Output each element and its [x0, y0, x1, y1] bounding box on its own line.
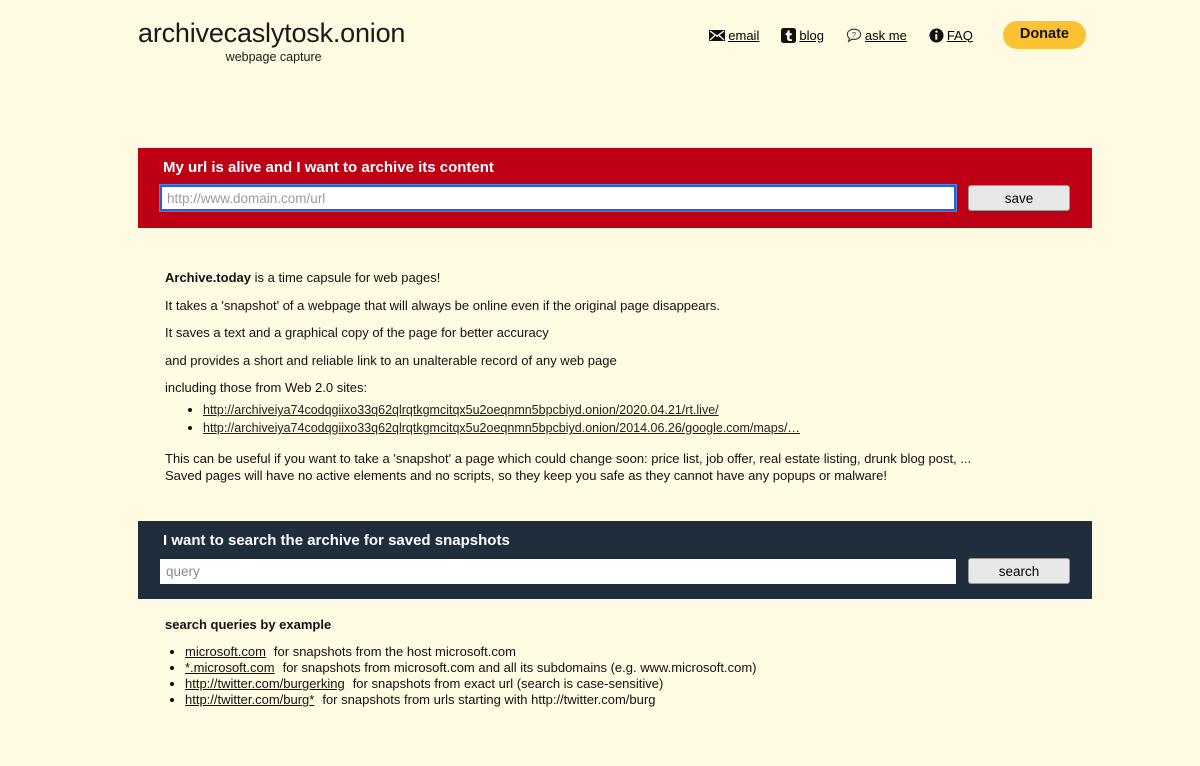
site-subtitle: webpage capture	[225, 50, 322, 64]
closing-line-2: Saved pages will have no active elements…	[165, 468, 887, 483]
donate-button[interactable]: Donate	[1002, 21, 1086, 49]
nav-link-ask-me[interactable]: ? ask me	[846, 28, 907, 43]
envelope-icon	[709, 29, 726, 41]
intro-line-1-rest: is a time capsule for web pages!	[250, 270, 441, 285]
archive-panel-row: save	[138, 177, 1092, 212]
save-button[interactable]: save	[968, 185, 1070, 211]
example-desc-host: for snapshots from the host microsoft.co…	[273, 644, 516, 659]
search-panel-title: I want to search the archive for saved s…	[163, 532, 510, 549]
closing-text: This can be useful if you want to take a…	[165, 450, 1065, 484]
top-navigation: email blog ? ask me FAQ Donate	[709, 21, 1086, 49]
info-circle-icon	[929, 28, 944, 43]
example-query-host[interactable]: microsoft.com	[185, 644, 266, 659]
intro-line-3: It saves a text and a graphical copy of …	[165, 325, 549, 340]
nav-link-email[interactable]: email	[709, 28, 759, 43]
example-desc-exact-url: for snapshots from exact url (search is …	[352, 676, 664, 691]
nav-label-email: email	[728, 27, 760, 43]
example-query-exact-url[interactable]: http://twitter.com/burgerking	[185, 676, 345, 691]
tumblr-icon	[781, 27, 797, 43]
example-desc-prefix: for snapshots from urls starting with ht…	[322, 692, 656, 707]
archive-panel: My url is alive and I want to archive it…	[138, 148, 1092, 228]
example-query-prefix[interactable]: http://twitter.com/burg*	[185, 692, 314, 707]
site-branding: archivecaslytosk.onion webpage capture	[138, 18, 405, 65]
nav-link-faq[interactable]: FAQ	[929, 28, 973, 43]
list-item: *.microsoft.com for snapshots from micros…	[185, 660, 1065, 676]
example-archive-links: http://archiveiya74codqgiixo33q62qlrqtkg…	[165, 401, 1045, 437]
url-input[interactable]	[159, 184, 957, 212]
list-item: http://archiveiya74codqgiixo33q62qlrqtkg…	[203, 401, 1045, 419]
search-panel: I want to search the archive for saved s…	[138, 521, 1092, 599]
list-item: microsoft.com for snapshots from the host…	[185, 644, 1065, 660]
intro-content: Archive.today is a time capsule for web …	[165, 270, 1045, 437]
search-button[interactable]: search	[968, 558, 1070, 584]
svg-text:?: ?	[852, 30, 856, 39]
question-bubble-icon: ?	[846, 28, 862, 43]
example-query-wildcard-subdomain[interactable]: *.microsoft.com	[185, 660, 275, 675]
nav-label-ask-me: ask me	[864, 27, 907, 43]
nav-label-blog: blog	[799, 27, 824, 43]
search-input[interactable]	[160, 558, 956, 584]
list-item: http://archiveiya74codqgiixo33q62qlrqtkg…	[203, 419, 1045, 437]
closing-line-1: This can be useful if you want to take a…	[165, 451, 972, 466]
intro-line-2: It takes a 'snapshot' of a webpage that …	[165, 297, 720, 313]
archive-panel-title: My url is alive and I want to archive it…	[163, 159, 494, 176]
nav-link-blog[interactable]: blog	[781, 27, 824, 43]
intro-line-1: Archive.today is a time capsule for web …	[165, 270, 1045, 285]
list-item: http://twitter.com/burg* for snapshots fr…	[185, 692, 1065, 708]
search-panel-row: search	[138, 550, 1092, 584]
intro-line-5: including those from Web 2.0 sites:	[165, 380, 368, 395]
nav-label-faq: FAQ	[946, 27, 973, 43]
list-item: http://twitter.com/burgerking for snapsho…	[185, 676, 1065, 692]
search-examples-list: microsoft.com for snapshots from the host…	[165, 644, 1065, 708]
search-examples-title: search queries by example	[165, 617, 332, 632]
archive-link-google-maps[interactable]: http://archiveiya74codqgiixo33q62qlrqtkg…	[203, 421, 800, 435]
page-title: archivecaslytosk.onion	[138, 18, 406, 48]
archive-link-rt[interactable]: http://archiveiya74codqgiixo33q62qlrqtkg…	[203, 403, 719, 417]
intro-line-4: and provides a short and reliable link t…	[165, 352, 617, 368]
search-examples: search queries by example microsoft.com f…	[165, 617, 1065, 708]
page-header: archivecaslytosk.onion webpage capture e…	[0, 0, 1200, 72]
brand-name: Archive.today	[165, 270, 251, 285]
example-desc-wildcard-subdomain: for snapshots from microsoft.com and all…	[282, 660, 757, 675]
